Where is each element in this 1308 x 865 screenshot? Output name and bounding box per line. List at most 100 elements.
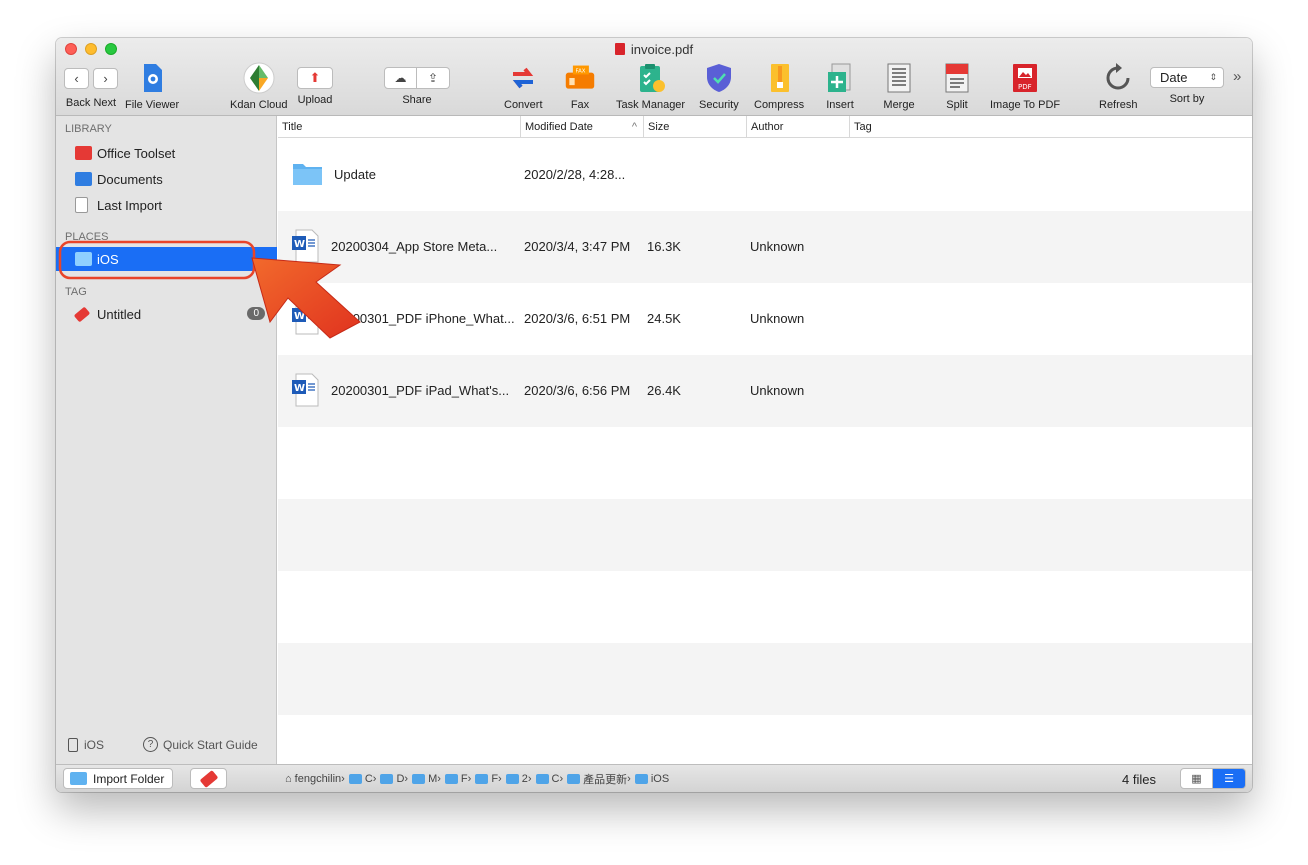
- zip-icon: [771, 64, 790, 92]
- places-header: PLACES: [65, 231, 109, 243]
- kdan-cloud-icon: [243, 62, 275, 94]
- file-viewer-icon: [144, 64, 163, 92]
- window-title-text: invoice.pdf: [630, 42, 694, 57]
- svg-text:W: W: [294, 239, 305, 250]
- back-button[interactable]: ‹: [64, 68, 89, 89]
- sidebar: LIBRARY Office Toolset Documents Last Im…: [56, 116, 277, 764]
- breadcrumb-segment[interactable]: C ›: [348, 773, 377, 785]
- list-view-button[interactable]: ☰: [1213, 768, 1246, 789]
- sort-by-group: Date ⇕ Sort by: [1150, 62, 1224, 105]
- upload-label: Upload: [297, 94, 333, 106]
- next-button[interactable]: ›: [93, 68, 118, 89]
- merge-button[interactable]: Merge: [883, 62, 915, 111]
- kdan-cloud-label: Kdan Cloud: [230, 99, 288, 111]
- upload-icon: ⬆: [297, 67, 333, 89]
- table-row[interactable]: W 20200304_App Store Meta... 2020/3/4, 3:4…: [278, 211, 1252, 283]
- table-row[interactable]: Update 2020/2/28, 4:28...: [278, 139, 1252, 211]
- empty-row: [278, 499, 1252, 571]
- folder-icon: [475, 774, 489, 784]
- word-document-icon: W: [292, 301, 319, 335]
- column-modified-date[interactable]: Modified Date ^: [521, 116, 644, 138]
- file-author: Unknown: [750, 383, 805, 398]
- security-button[interactable]: Security: [699, 62, 739, 111]
- app-window: invoice.pdf ‹ › Back Next File Viewer Kd…: [56, 38, 1252, 792]
- insert-page-icon: [828, 63, 851, 92]
- grid-icon: ▦: [1191, 773, 1202, 785]
- insert-button[interactable]: Insert: [824, 62, 856, 111]
- convert-button[interactable]: Convert: [504, 62, 543, 111]
- sidebar-item-label: Documents: [97, 171, 163, 187]
- toolbar-overflow-button[interactable]: »: [1233, 68, 1241, 85]
- breadcrumb-segment[interactable]: 2 ›: [505, 773, 532, 785]
- tag-icon: [73, 306, 91, 322]
- tag-icon: [199, 769, 218, 788]
- chevron-right-icon: ›: [498, 773, 502, 785]
- window-title: invoice.pdf: [56, 42, 1252, 57]
- breadcrumb-label: 產品更新: [583, 774, 628, 786]
- fax-button[interactable]: FAX Fax: [564, 62, 596, 111]
- column-size[interactable]: Size: [644, 116, 747, 138]
- table-row[interactable]: W 20200301_PDF iPhone_What... 2020/3/6, 6:…: [278, 283, 1252, 355]
- status-bar: Import Folder ⌂ fengchilin › C › D › M › F › F…: [56, 764, 1252, 792]
- ios-device-link[interactable]: iOS: [68, 738, 104, 752]
- breadcrumb-segment[interactable]: D ›: [380, 773, 408, 785]
- file-title: 20200304_App Store Meta...: [331, 239, 498, 254]
- sidebar-item-label: Office Toolset: [97, 145, 176, 161]
- chevron-right-icon: ›: [372, 773, 377, 785]
- upload-button[interactable]: ⬆ Upload: [297, 62, 333, 106]
- breadcrumb-segment[interactable]: iOS: [634, 773, 669, 785]
- folder-icon: [348, 774, 362, 784]
- breadcrumb-segment[interactable]: F ›: [475, 773, 502, 785]
- breadcrumb-segment[interactable]: ⌂ fengchilin ›: [285, 773, 345, 785]
- quick-start-guide-link[interactable]: ? Quick Start Guide: [143, 737, 258, 752]
- refresh-button[interactable]: Refresh: [1099, 62, 1138, 111]
- library-header: LIBRARY: [65, 123, 112, 135]
- svg-text:W: W: [294, 311, 305, 322]
- column-author[interactable]: Author: [747, 116, 850, 138]
- add-tag-button[interactable]: [190, 768, 227, 789]
- sidebar-item-untitled-tag[interactable]: Untitled 0: [56, 302, 277, 326]
- file-title: 20200301_PDF iPad_What's...: [331, 383, 510, 398]
- kdan-cloud-button[interactable]: Kdan Cloud: [230, 62, 288, 111]
- breadcrumb-segment[interactable]: C ›: [535, 773, 563, 785]
- sidebar-item-documents[interactable]: Documents: [56, 167, 277, 191]
- grid-view-button[interactable]: ▦: [1180, 768, 1213, 789]
- compress-button[interactable]: Compress: [754, 62, 804, 111]
- toolbar: invoice.pdf ‹ › Back Next File Viewer Kd…: [56, 38, 1252, 116]
- chevron-right-icon: ›: [341, 773, 345, 785]
- sidebar-item-label: Untitled: [97, 306, 142, 322]
- sidebar-item-ios[interactable]: iOS: [56, 247, 277, 271]
- breadcrumb-segment[interactable]: 產品更新 ›: [567, 771, 631, 787]
- convert-icon: [513, 67, 534, 89]
- table-row[interactable]: W 20200301_PDF iPad_What's... 2020/3/6, 6:…: [278, 355, 1252, 427]
- folder-icon: [75, 252, 92, 266]
- breadcrumb-label: C: [364, 773, 373, 785]
- ios-device-label: iOS: [84, 738, 105, 752]
- share-group: ☁ ⇪ Share: [384, 62, 450, 106]
- share-button[interactable]: ⇪: [417, 67, 450, 89]
- column-tag[interactable]: Tag: [850, 116, 1252, 138]
- sidebar-item-last-import[interactable]: Last Import: [56, 193, 277, 217]
- task-manager-button[interactable]: Task Manager: [616, 62, 685, 111]
- sidebar-item-office-toolset[interactable]: Office Toolset: [56, 141, 277, 165]
- sort-ascending-icon: ^: [631, 121, 637, 133]
- cloud-share-button[interactable]: ☁: [384, 67, 417, 89]
- split-button[interactable]: Split: [941, 62, 973, 111]
- chevron-right-icon: ›: [627, 773, 631, 785]
- folder-icon: [505, 774, 519, 784]
- file-viewer-label: File Viewer: [125, 99, 180, 111]
- folder-icon: [535, 774, 549, 784]
- refresh-icon: [1106, 63, 1130, 90]
- sort-by-label: Sort by: [1169, 93, 1205, 105]
- breadcrumb-segment[interactable]: F ›: [444, 773, 471, 785]
- column-title[interactable]: Title: [278, 116, 521, 138]
- file-size: [647, 139, 747, 211]
- image-to-pdf-icon: PDF: [1013, 64, 1038, 92]
- sort-by-select[interactable]: Date ⇕: [1150, 67, 1224, 88]
- import-folder-button[interactable]: Import Folder: [63, 768, 173, 789]
- image-to-pdf-button[interactable]: PDF Image To PDF: [990, 62, 1060, 111]
- breadcrumb-segment[interactable]: M ›: [412, 773, 441, 785]
- file-modified-date: 2020/3/4, 3:47 PM: [524, 239, 631, 254]
- file-viewer-button[interactable]: File Viewer: [125, 62, 179, 111]
- folder-icon: [70, 772, 87, 785]
